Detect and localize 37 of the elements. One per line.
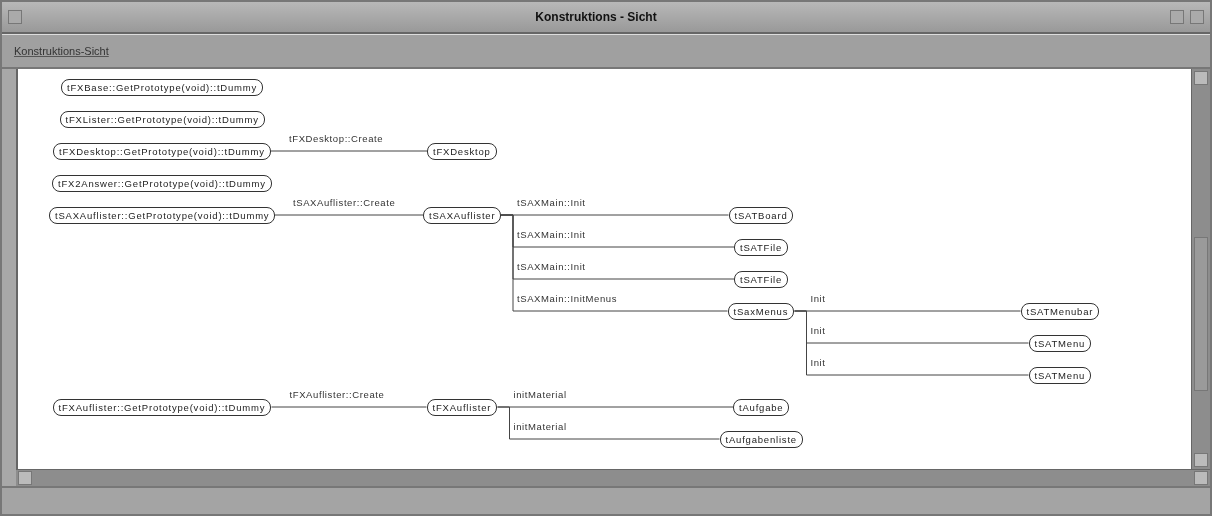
edge-label: tSAXAuflister::Create	[293, 197, 396, 209]
horizontal-scrollbar[interactable]	[16, 469, 1210, 486]
class-node: tFXDesktop	[427, 142, 497, 160]
edge-label: tSAXMain::Init	[517, 229, 586, 241]
class-node: tAufgabe	[733, 398, 790, 416]
class-node: tSATMenu	[1028, 366, 1092, 384]
class-node: tSATBoard	[728, 206, 794, 224]
window-menu-button[interactable]	[8, 10, 22, 24]
class-node: tSATMenu	[1028, 334, 1092, 352]
edge-label: Init	[810, 325, 826, 337]
class-node: tFXDesktop::GetPrototype(void)::tDummy	[53, 142, 271, 160]
class-node: tSaxMenus	[727, 302, 795, 320]
edge-label: initMaterial	[513, 389, 567, 401]
vertical-scrollbar[interactable]	[1191, 69, 1210, 469]
edge-label: Init	[810, 293, 826, 305]
class-node: tFXLister::GetPrototype(void)::tDummy	[59, 110, 265, 128]
class-node: tSATMenubar	[1020, 302, 1100, 320]
edge-label: tSAXMain::Init	[517, 261, 586, 273]
minimize-button[interactable]	[1170, 10, 1184, 24]
view-tab[interactable]: Konstruktions-Sicht	[14, 45, 109, 57]
class-node: tSAXAuflister::GetPrototype(void)::tDummy	[49, 206, 276, 224]
window-title: Konstruktions - Sicht	[534, 10, 658, 24]
edge-label: tSAXMain::Init	[517, 197, 586, 209]
class-node: tFX2Answer::GetPrototype(void)::tDummy	[52, 174, 272, 192]
class-node: tSATFile	[734, 238, 789, 256]
edge-label: tFXAuflister::Create	[289, 389, 385, 401]
class-node: tSAXAuflister	[423, 206, 502, 224]
class-node: tAufgabenliste	[719, 430, 803, 448]
class-node: tFXAuflister	[426, 398, 498, 416]
edge-label: initMaterial	[513, 421, 567, 433]
edge-label: Init	[810, 357, 826, 369]
class-node: tFXAuflister::GetPrototype(void)::tDummy	[52, 398, 272, 416]
edge-label: tSAXMain::InitMenus	[517, 293, 618, 305]
class-node: tFXBase::GetPrototype(void)::tDummy	[61, 78, 264, 96]
class-node: tSATFile	[734, 270, 789, 288]
maximize-button[interactable]	[1190, 10, 1204, 24]
edge-label: tFXDesktop::Create	[289, 133, 384, 145]
